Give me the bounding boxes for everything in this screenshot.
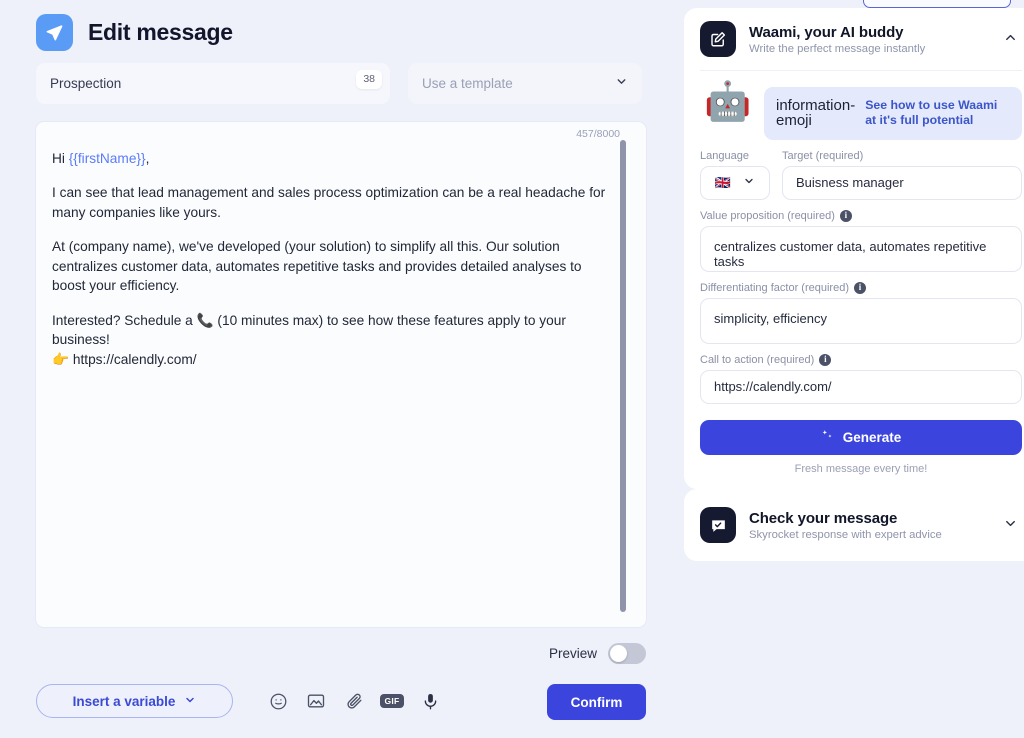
message-paragraph: I can see that lead management and sales… <box>52 185 606 220</box>
info-icon[interactable]: i <box>819 353 832 366</box>
robot-emoji: 🤖 <box>704 81 752 123</box>
waami-help-banner[interactable]: information-emoji See how to use Waami a… <box>764 87 1022 140</box>
message-editor[interactable]: 457/8000 Hi {{firstName}}, I can see tha… <box>36 122 646 627</box>
generate-label: Generate <box>842 429 902 445</box>
toggle-knob <box>610 645 627 662</box>
message-greeting: Hi {{firstName}}, <box>52 149 606 168</box>
message-paragraph: Interested? Schedule a 📞 (10 minutes max… <box>52 311 606 369</box>
language-target-row: Language 🇬🇧 Target (required) Buisness m… <box>700 140 1022 200</box>
check-message-header[interactable]: Check your message Skyrocket response wi… <box>684 489 1024 561</box>
attachment-tools: GIF <box>266 689 442 713</box>
waami-help-banner-text: See how to use Waami at it's full potent… <box>865 98 998 128</box>
confirm-button[interactable]: Confirm <box>547 684 646 720</box>
template-placeholder: Use a template <box>422 76 513 91</box>
chevron-up-icon[interactable] <box>999 30 1022 48</box>
edit-square-icon <box>700 21 736 57</box>
waami-title: Waami, your AI buddy <box>749 23 904 41</box>
gif-icon[interactable]: GIF <box>380 689 404 713</box>
chevron-down-icon <box>615 75 628 93</box>
preview-toggle-row: Preview <box>549 643 646 664</box>
value-proposition-label: Value proposition (required) i <box>700 209 1022 222</box>
message-cta-line: Interested? Schedule a 📞 (10 minutes max… <box>52 312 566 348</box>
message-body[interactable]: Hi {{firstName}}, I can see that lead ma… <box>36 122 646 369</box>
differentiating-factor-input[interactable]: simplicity, efficiency <box>700 297 1022 344</box>
chevron-down-icon <box>184 694 196 709</box>
send-paper-plane-icon <box>36 13 73 51</box>
value-proposition-label-text: Value proposition (required) <box>700 209 835 222</box>
subject-char-badge: 38 <box>356 70 382 89</box>
call-to-action-label-text: Call to action (required) <box>700 353 815 366</box>
editor-column: Edit message Prospection 38 Use a templa… <box>0 0 670 738</box>
emoji-smiley-icon[interactable] <box>266 689 290 713</box>
chat-check-icon <box>700 507 736 543</box>
chevron-down-icon <box>743 175 755 190</box>
target-group: Target (required) Buisness manager <box>782 140 1022 200</box>
sparkles-icon <box>821 429 834 445</box>
waami-card-title-block: Waami, your AI buddy Write the perfect m… <box>749 24 986 55</box>
value-proposition-input[interactable]: centralizes customer data, automates rep… <box>700 225 1022 272</box>
info-icon[interactable]: i <box>853 281 866 294</box>
check-message-subtitle: Skyrocket response with expert advice <box>749 528 942 541</box>
check-message-title: Check your message <box>749 509 898 527</box>
greeting-suffix: , <box>145 151 150 166</box>
language-select[interactable]: 🇬🇧 <box>700 165 770 200</box>
character-counter: 457/8000 <box>576 128 620 140</box>
assistant-column: Waami, your AI buddy Write the perfect m… <box>670 0 1024 738</box>
message-paragraph: At (company name), we've developed (your… <box>52 239 582 294</box>
language-group: Language 🇬🇧 <box>700 140 770 200</box>
subject-row: Prospection 38 Use a template <box>0 52 670 104</box>
greeting-prefix: Hi <box>52 151 69 166</box>
bottom-toolbar: Insert a variable GIF <box>36 684 442 718</box>
waami-banner-row: 🤖 information-emoji See how to use Waami… <box>700 81 1022 140</box>
call-to-action-input[interactable]: https://calendly.com/ <box>700 369 1022 404</box>
offscreen-focused-element[interactable] <box>863 0 1011 8</box>
paperclip-icon[interactable] <box>342 689 366 713</box>
preview-label: Preview <box>548 646 597 661</box>
template-select[interactable]: Use a template <box>408 63 642 104</box>
information-emoji: information-emoji <box>776 97 856 130</box>
page-title: Edit message <box>88 18 233 45</box>
waami-form: 🤖 information-emoji See how to use Waami… <box>684 71 1024 489</box>
info-icon[interactable]: i <box>839 209 852 222</box>
check-message-title-block: Check your message Skyrocket response wi… <box>749 510 986 541</box>
differentiating-factor-label-text: Differentiating factor (required) <box>700 281 849 294</box>
generate-note: Fresh message every time! <box>794 462 928 475</box>
chevron-down-icon[interactable] <box>999 516 1022 534</box>
target-input[interactable]: Buisness manager <box>782 165 1022 200</box>
message-link-line: 👉 https://calendly.com/ <box>52 351 197 367</box>
waami-card-header[interactable]: Waami, your AI buddy Write the perfect m… <box>684 8 1024 70</box>
gif-label: GIF <box>380 693 404 709</box>
language-label: Language <box>700 149 749 162</box>
variable-token: {{firstName}} <box>68 151 146 166</box>
check-message-card[interactable]: Check your message Skyrocket response wi… <box>684 489 1024 561</box>
generate-button[interactable]: Generate <box>700 419 1022 455</box>
insert-variable-button[interactable]: Insert a variable <box>36 684 233 718</box>
insert-variable-label: Insert a variable <box>72 693 176 709</box>
differentiating-factor-label: Differentiating factor (required) i <box>700 281 1022 294</box>
call-to-action-label: Call to action (required) i <box>700 353 1022 366</box>
editor-scrollbar[interactable] <box>620 140 626 612</box>
waami-card: Waami, your AI buddy Write the perfect m… <box>684 8 1024 489</box>
page-header: Edit message <box>0 0 670 52</box>
image-icon[interactable] <box>304 689 328 713</box>
microphone-icon[interactable] <box>418 689 442 713</box>
flag-icon: 🇬🇧 <box>714 174 732 190</box>
subject-value: Prospection <box>50 76 122 91</box>
waami-subtitle: Write the perfect message instantly <box>749 42 926 55</box>
subject-input[interactable]: Prospection 38 <box>36 63 390 104</box>
target-label: Target (required) <box>782 149 864 162</box>
preview-toggle[interactable] <box>608 643 646 664</box>
